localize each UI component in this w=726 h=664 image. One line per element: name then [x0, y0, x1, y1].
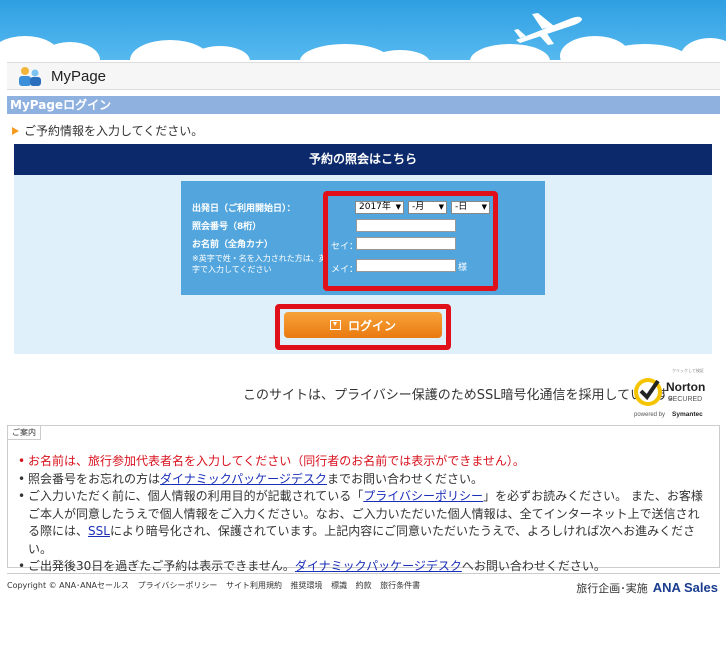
- norton-brand: Norton: [666, 380, 705, 394]
- arrow-right-icon: [12, 126, 19, 135]
- norton-click-text: クリックして検証: [672, 367, 704, 373]
- mypage-logo-icon: [19, 67, 41, 86]
- footer-link-terms[interactable]: サイト利用規約: [226, 581, 282, 590]
- guide-text: お名前は、旅行参加代表者名を入力してください（同行者のお名前では表示ができません…: [28, 454, 525, 468]
- intro-label: ご予約情報を入力してください。: [24, 124, 204, 138]
- guide-text: ご出発後30日を過ぎたご予約は表示できません。: [28, 559, 295, 573]
- package-desk-link[interactable]: ダイナミックパッケージデスク: [295, 559, 462, 573]
- login-button[interactable]: ログイン: [284, 312, 442, 338]
- sky-banner: [0, 0, 726, 60]
- highlight-box-fields: [323, 191, 498, 291]
- section-title: MyPageログイン: [7, 96, 720, 114]
- login-button-label: ログイン: [347, 318, 396, 333]
- login-form: 出発日（ご利用開始日）： 照会番号（8桁） お名前（全角カナ） ※英字で姓・名を…: [181, 181, 545, 295]
- guide-text: までお問い合わせください。: [326, 471, 483, 486]
- copyright: Copyright © ANA･ANAセールス: [7, 581, 130, 590]
- intro-text: ご予約情報を入力してください。: [12, 122, 203, 139]
- page-title: MyPage: [51, 67, 107, 85]
- ana-sales-logo: ANA Sales: [652, 580, 718, 595]
- guide-list: お名前は、旅行参加代表者名を入力してください（同行者のお名前では表示ができません…: [18, 453, 711, 576]
- organizer-label: 旅行企画･実施: [576, 582, 648, 595]
- norton-secured-badge[interactable]: クリックして検証 Norton SECURED powered by Syman…: [632, 366, 718, 420]
- guide-text: 照会番号をお忘れの方は: [28, 471, 161, 486]
- norton-symantec: Symantec: [672, 411, 703, 418]
- airplane-icon: [514, 13, 582, 45]
- footer-link-signs[interactable]: 標識: [331, 581, 347, 590]
- reference-label: 照会番号（8桁）: [192, 222, 262, 232]
- login-icon: [329, 320, 341, 330]
- guide-text: ご入力いただく前に、個人情報の利用目的が記載されている「: [28, 489, 364, 503]
- mypage-header: MyPage: [7, 62, 720, 90]
- list-item: 照会番号をお忘れの方はダイナミックパッケージデスクまでお問い合わせください。: [18, 471, 711, 489]
- guide-tab: ご案内: [8, 426, 41, 440]
- footer-link-clauses[interactable]: 約款: [356, 581, 372, 590]
- panel-heading: 予約の照会はこちら: [14, 144, 712, 175]
- footer: Copyright © ANA･ANAセールス プライバシーポリシー サイト利用…: [7, 573, 720, 595]
- footer-links: Copyright © ANA･ANAセールス プライバシーポリシー サイト利用…: [7, 580, 426, 591]
- footer-link-privacy[interactable]: プライバシーポリシー: [138, 581, 218, 590]
- list-item: ご入力いただく前に、個人情報の利用目的が記載されている「プライバシーポリシー」を…: [18, 488, 711, 558]
- name-label: お名前（全角カナ）: [192, 240, 274, 250]
- list-item: お名前は、旅行参加代表者名を入力してください（同行者のお名前では表示ができません…: [18, 453, 711, 471]
- login-panel: 予約の照会はこちら 出発日（ご利用開始日）： 照会番号（8桁） お名前（全角カナ…: [14, 144, 712, 354]
- name-note: ※英字で姓・名を入力された方は、英字で入力してください: [192, 254, 327, 274]
- footer-link-environment[interactable]: 推奨環境: [291, 581, 323, 590]
- ssl-notice: このサイトは、プライバシー保護のためSSL暗号化通信を採用しています。: [243, 388, 681, 403]
- footer-link-conditions[interactable]: 旅行条件書: [380, 581, 420, 590]
- norton-secured: SECURED: [668, 396, 702, 403]
- guide-box: ご案内 お名前は、旅行参加代表者名を入力してください（同行者のお名前では表示がで…: [7, 425, 720, 575]
- ssl-link[interactable]: SSL: [88, 524, 110, 538]
- privacy-policy-link[interactable]: プライバシーポリシー: [363, 489, 483, 503]
- footer-brand: 旅行企画･実施 ANA Sales: [576, 580, 718, 596]
- norton-powered: powered by: [634, 412, 665, 418]
- departure-label: 出発日（ご利用開始日）：: [192, 204, 296, 214]
- package-desk-link[interactable]: ダイナミックパッケージデスク: [160, 472, 327, 486]
- guide-text: へお問い合わせください。: [461, 559, 606, 573]
- guide-text: により暗号化され、保護されています。上記内容にご同意いただいたうえで、よろしけれ…: [28, 524, 696, 556]
